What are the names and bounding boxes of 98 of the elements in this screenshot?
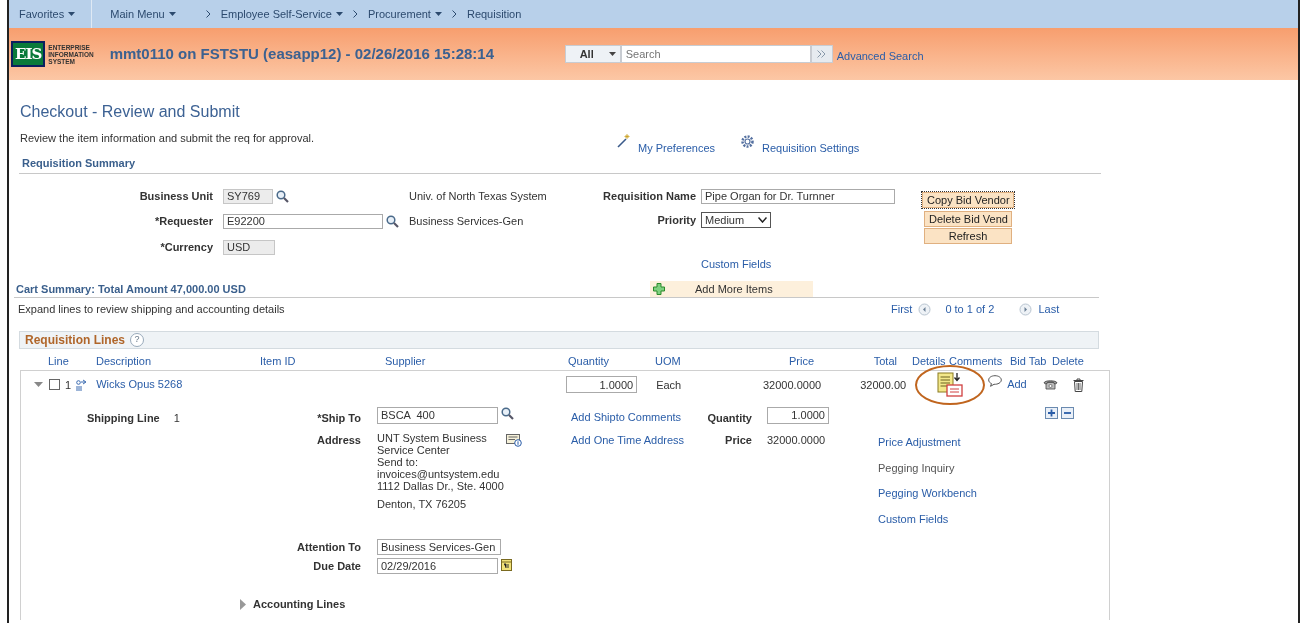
field-label: Priority <box>656 212 696 228</box>
ship-to-field[interactable]: BSCA 400 <box>377 406 498 424</box>
shipto-comments-link[interactable]: Add Shipto Comments <box>571 408 682 425</box>
priority-dropdown[interactable]: Medium <box>701 212 771 228</box>
price-text: 32000.0000 <box>767 433 826 448</box>
page-description: Review the item information and submit the req for approval. <box>20 131 316 146</box>
calendar-icon[interactable] <box>501 557 512 571</box>
field-label: Due Date <box>313 558 361 574</box>
text-field[interactable]: SY769 <box>223 188 273 204</box>
preferences-link[interactable]: My Preferences <box>638 140 716 157</box>
double-chevron-icon <box>817 50 827 58</box>
section-title: Requisition Lines <box>25 331 125 349</box>
action-button[interactable]: Copy Bid Vendor <box>922 192 1014 208</box>
line-number: 1 <box>65 377 72 393</box>
search-icon[interactable] <box>386 214 399 228</box>
speech-bubble-icon[interactable] <box>988 374 1003 387</box>
caret-icon <box>608 52 616 56</box>
text-field[interactable]: E92200 <box>223 213 383 229</box>
address-card-icon[interactable] <box>505 433 522 447</box>
collapse-arrow-icon[interactable] <box>34 380 43 389</box>
last-page-link[interactable]: Last <box>1038 301 1060 318</box>
column-header[interactable]: Line <box>48 353 96 370</box>
section-heading: Requisition Summary <box>22 155 137 171</box>
shipping-line-number: 1 <box>173 410 180 426</box>
advanced-search-link[interactable]: Advanced Search <box>836 47 924 65</box>
field-description: Univ. of North Texas System <box>409 188 547 204</box>
nav-menu-item[interactable]: Procurement <box>357 5 452 23</box>
quantity-field[interactable]: 1.0000 <box>767 406 829 424</box>
uom-text: Each <box>656 377 683 393</box>
chevron-down-icon <box>758 217 767 223</box>
price-text: 32000.0000 <box>762 377 822 393</box>
first-page-link[interactable]: First <box>891 301 913 318</box>
search-scope-dropdown[interactable]: All <box>564 45 621 63</box>
column-header[interactable]: UOM <box>655 353 725 370</box>
column-header[interactable]: Description <box>96 353 260 370</box>
plus-icon <box>653 283 665 295</box>
field-label: *Requester <box>153 213 213 229</box>
field-label: *Currency <box>159 239 213 255</box>
field-label: Requisition Name <box>602 188 696 204</box>
field-label: Shipping Line <box>87 410 160 426</box>
row-checkbox[interactable] <box>49 379 60 390</box>
field-description: Business Services-Gen <box>409 213 524 229</box>
column-header[interactable]: Total <box>814 353 897 370</box>
nav-menu-item[interactable]: Requisition <box>456 5 532 23</box>
logo-mark: EIS <box>11 41 46 67</box>
instruction-text: Expand lines to review shipping and accounting details <box>18 302 286 317</box>
field-label: Price <box>725 433 752 448</box>
search-icon[interactable] <box>276 189 289 203</box>
nav-menu-item[interactable]: Main Menu <box>100 5 206 23</box>
action-button[interactable]: Refresh <box>924 228 1012 244</box>
attention-field[interactable]: Business Services-Gen <box>377 539 501 555</box>
column-header[interactable]: Item ID <box>260 353 385 370</box>
item-description-link[interactable]: Wicks Opus 5268 <box>96 376 567 393</box>
action-link[interactable]: Price Adjustment <box>878 434 1038 451</box>
expand-arrow-icon[interactable] <box>239 598 247 610</box>
text-field[interactable]: Pipe Organ for Dr. Turnner <box>701 188 895 204</box>
add-more-items-button[interactable]: Add More Items <box>650 281 813 297</box>
gear-icon <box>741 134 755 148</box>
settings-link[interactable]: Requisition Settings <box>762 140 860 157</box>
search-icon[interactable] <box>501 406 514 420</box>
column-header[interactable]: Quantity <box>568 353 655 370</box>
field-label: Business Unit <box>138 188 213 204</box>
magic-wand-icon <box>617 134 630 149</box>
text-field[interactable]: USD <box>223 239 275 255</box>
column-header[interactable]: Comments <box>949 353 1010 370</box>
page-title: Checkout - Review and Submit <box>20 102 241 122</box>
column-header[interactable]: Bid Tab <box>1010 353 1052 370</box>
action-link[interactable]: Custom Fields <box>878 510 1038 527</box>
field-label: Address <box>316 433 361 448</box>
help-button[interactable]: ? <box>130 332 144 347</box>
delete-row-icon[interactable] <box>1061 406 1074 419</box>
add-comment-link[interactable]: Add <box>1007 376 1027 393</box>
column-header[interactable]: Delete <box>1052 353 1092 370</box>
details-icon[interactable] <box>937 372 964 397</box>
column-header[interactable]: Price <box>725 353 814 370</box>
field-label: Quantity <box>707 410 752 426</box>
due-date-field[interactable]: 02/29/2016 <box>377 557 498 574</box>
nav-menu-item[interactable]: Employee Self-Service <box>210 5 353 23</box>
cart-summary: Cart Summary: Total Amount 47,000.00 USD <box>16 281 247 297</box>
total-text: 32000.00 <box>859 377 907 393</box>
session-title: mmt0110 on FSTSTU (easapp12) - 02/26/2016 15:28:14 <box>109 43 496 64</box>
custom-fields-link[interactable]: Custom Fields <box>701 256 772 273</box>
field-label: *Ship To <box>317 410 361 426</box>
field-label: Attention To <box>297 540 361 555</box>
column-header[interactable]: Supplier <box>385 353 568 370</box>
page-range: 0 to 1 of 2 <box>945 302 996 317</box>
action-button[interactable]: Delete Bid Vend <box>924 211 1012 227</box>
quantity-field[interactable]: 1.0000 <box>566 376 638 393</box>
address-text: UNT System Business Service Center Send to: invoices@untsystem.edu 1112 Dallas Dr., Ste. 4000 Denton, TX 76205 <box>377 432 504 510</box>
search-field[interactable]: Search <box>620 45 811 63</box>
add-row-icon[interactable] <box>1045 406 1058 419</box>
column-header[interactable]: Details <box>912 353 949 370</box>
accounting-lines-toggle[interactable]: Accounting Lines <box>253 596 346 613</box>
action-link[interactable]: Pegging Workbench <box>878 485 1038 502</box>
telephone-icon[interactable] <box>1042 379 1058 390</box>
action-text: Pegging Inquiry <box>878 460 956 476</box>
trash-icon[interactable] <box>1072 377 1084 392</box>
one-time-address-link[interactable]: Add One Time Address <box>571 432 685 449</box>
